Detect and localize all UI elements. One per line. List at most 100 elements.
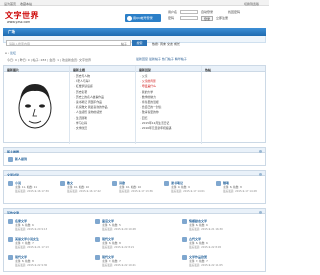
board-icon (182, 255, 187, 260)
forum-board[interactable]: 读书笔记 主题: 9, 帖数: 9 最后发表: 2015-9-17 14:01 (164, 180, 214, 196)
list-item[interactable]: 2016年元旦新年祝福语 (140, 126, 172, 131)
breadcrumb-sep: › (7, 51, 10, 55)
col-latest-replies: 最新回复 (139, 67, 152, 72)
board-icon (182, 237, 187, 242)
site-logo[interactable]: 文字世界 www.yzsz.com (5, 10, 45, 25)
forum-board[interactable]: 诗歌 主题: 10, 帖数: 10 最后发表: 2015-9-17 13:36 (112, 180, 162, 196)
forum-board[interactable]: 现代文学 主题: 8, 帖数: 8 最后发表: 2015-9-22 8:21 (95, 236, 180, 252)
board-name[interactable]: 现代文学 (15, 255, 27, 259)
set-homepage-link[interactable]: 设为首页 (4, 2, 16, 6)
header: 文字世界 www.yzsz.com 用QQ帐号登录 用户名 密码 自动登录 找回… (0, 6, 269, 28)
latest-replies-list: 父亲 父亲的背影 母爱是什么 我的大学 数学的魅力 寒冬里的温暖 给自己的一封信… (140, 74, 172, 131)
board-icon (8, 181, 13, 186)
hot-searches: 热搜: 周末 交友 成长 (152, 42, 180, 46)
board-last-post[interactable]: 最后发表: 2015-9-16 17:42 (67, 189, 101, 193)
register-link[interactable]: 立即注册 (216, 16, 228, 20)
latest-topics-list: 历史与人物 《老人与海》 红楼梦读后感 历史名著 历史上的名人故事作品 读书笔记… (74, 74, 108, 131)
divider (201, 66, 202, 144)
auto-login-checkbox[interactable]: 自动登录 (201, 10, 213, 14)
forum-board[interactable]: 文学作品欣赏 主题: 7, 帖数: 7 最后发表: 2015-9-22 11:0… (182, 254, 267, 270)
board-name[interactable]: 散文 (67, 181, 73, 185)
breadcrumb-current[interactable]: 论坛 (10, 51, 16, 55)
hot-item[interactable]: 交友 (167, 42, 173, 46)
board-icon (95, 219, 100, 224)
board-name[interactable]: 随笔 (223, 181, 229, 185)
board-last-post[interactable]: 最后发表: 2015-9-22 8:21 (102, 245, 134, 249)
board-name[interactable]: 文学作品欣赏 (189, 255, 207, 259)
board-last-post[interactable]: 最后发表: 2015-9-20 9:13 (15, 227, 47, 231)
board-name[interactable]: 新人报到 (15, 157, 27, 161)
forum-board[interactable]: 现代文学 主题: 7, 帖数: 7 最后发表: 2015-9-22 10:41 (95, 254, 180, 270)
forum-board[interactable]: 现代文学 主题: 8, 帖数: 8 最后发表: 2015-9-22 9:30 (8, 254, 93, 270)
forum-board[interactable]: 散文 主题: 10, 帖数: 10 最后发表: 2015-9-16 17:42 (60, 180, 110, 196)
board-name[interactable]: 古代文学 (189, 237, 201, 241)
forum-board[interactable]: 童话文学 主题: 5, 帖数: 5 最后发表: 2015-9-20 10:48 (95, 218, 180, 234)
login-button[interactable]: 登录 (201, 15, 213, 21)
shortcut-links[interactable]: 最新回复 最新帖子 热门帖子 精华帖子 (136, 57, 187, 61)
password-input[interactable] (180, 15, 198, 20)
list-item[interactable]: 文学欣赏 (74, 126, 108, 131)
forum-board[interactable]: 古代文学 主题: 6, 帖数: 6 最后发表: 2015-9-22 8:45 (182, 236, 267, 252)
board-last-post[interactable]: 最后发表: 2015-9-17 14:28 (223, 189, 257, 193)
board-name[interactable]: 诗歌 (119, 181, 125, 185)
board-last-post[interactable]: 最后发表: 2015-9-22 11:05 (189, 263, 223, 267)
home-icon[interactable]: ⌂ (5, 51, 7, 55)
forum-board[interactable]: 随笔 主题: 8, 帖数: 8 最后发表: 2015-9-17 14:28 (216, 180, 266, 196)
switch-wide-link[interactable]: 切换到宽版 (244, 2, 259, 6)
qq-icon (127, 15, 132, 21)
board-last-post[interactable]: 最后发表: 2015-9-21 17:13 (15, 245, 49, 249)
board-icon (8, 237, 13, 242)
board-icon (95, 255, 100, 260)
username-input[interactable] (180, 9, 198, 14)
search-scope-select[interactable]: 帖子 (121, 42, 127, 46)
board-name[interactable]: 美丽文学小说女生 (15, 237, 39, 241)
board-last-post[interactable]: 最后发表: 2015-9-20 10:48 (102, 227, 136, 231)
forum-board[interactable]: 美丽文学小说女生 主题: 7, 帖数: 7 最后发表: 2015-9-21 17… (8, 236, 93, 252)
board-icon (8, 219, 13, 224)
board-icon (8, 255, 13, 260)
board-icon (8, 157, 13, 162)
divider (135, 66, 136, 144)
nav-home[interactable]: 广场 (8, 30, 15, 35)
board-last-post[interactable]: 最后发表: 2015-9-21 16:30 (189, 227, 223, 231)
board-name[interactable]: 情感励志文学 (189, 219, 207, 223)
board-icon (164, 181, 169, 186)
board-last-post[interactable]: 最后发表: 2015-9-22 9:30 (15, 263, 47, 267)
portal-panel: 最新图片 最新主题 最新回复 热帖 历史与人物 《老人与海》 红楼梦读后感 历史… (3, 65, 266, 144)
username-label: 用户名 (168, 10, 178, 14)
forum-board[interactable]: 名家文学 主题: 6, 帖数: 6 最后发表: 2015-9-20 9:13 (8, 218, 93, 234)
section-body: 小说 主题: 11, 帖数: 11 最后发表: 2015-9-16 17:39 … (3, 176, 266, 204)
board-icon (95, 237, 100, 242)
search-placeholder: 请输入搜索内容 (9, 42, 31, 47)
board-name[interactable]: 现代文学 (102, 237, 114, 241)
qq-login-button[interactable]: 用QQ帐号登录 (125, 14, 161, 22)
forum-board[interactable]: 情感励志文学 主题: 6, 帖数: 6 最后发表: 2015-9-21 16:3… (182, 218, 267, 234)
board-icon (216, 181, 221, 186)
password-label: 密码 (168, 16, 175, 20)
hot-label: 热搜: (152, 41, 160, 46)
board-name[interactable]: 童话文学 (102, 219, 114, 223)
board-last-post[interactable]: 最后发表: 2015-9-22 10:41 (102, 263, 136, 267)
board-icon (60, 181, 65, 186)
board-icon (182, 219, 187, 224)
board-name[interactable]: 现代文学 (102, 255, 114, 259)
section-body: 名家文学 主题: 6, 帖数: 6 最后发表: 2015-9-20 9:13 童… (3, 214, 266, 272)
hot-item[interactable]: 成长 (174, 42, 180, 46)
forum-board[interactable]: 小说 主题: 11, 帖数: 11 最后发表: 2015-9-16 17:39 (8, 180, 58, 196)
board-name[interactable]: 读书笔记 (171, 181, 183, 185)
col-latest-images: 最新图片 (7, 67, 20, 72)
hot-item[interactable]: 周末 (160, 42, 166, 46)
board-last-post[interactable]: 最后发表: 2015-9-17 14:01 (171, 189, 205, 193)
bookmark-link[interactable]: 收藏本站 (20, 2, 32, 6)
forgot-password-link[interactable]: 找回密码 (228, 10, 240, 14)
board-name[interactable]: 名家文学 (15, 219, 27, 223)
latest-image-thumbnail[interactable] (12, 78, 58, 136)
forum-stats: 今日: 0 | 昨日: 0 | 帖子: 283 | 会员: 1 | 欢迎新会员:… (7, 58, 91, 62)
board-last-post[interactable]: 最后发表: 2015-9-22 8:45 (189, 245, 221, 249)
search-button[interactable]: 搜索 (132, 40, 147, 46)
board-last-post[interactable]: 最后发表: 2015-9-16 17:39 (15, 189, 49, 193)
board-name[interactable]: 小说 (15, 181, 21, 185)
search-input[interactable]: 请输入搜索内容 帖子 (6, 40, 131, 46)
board-last-post[interactable]: 最后发表: 2015-9-17 13:36 (119, 189, 153, 193)
board-icon (112, 181, 117, 186)
